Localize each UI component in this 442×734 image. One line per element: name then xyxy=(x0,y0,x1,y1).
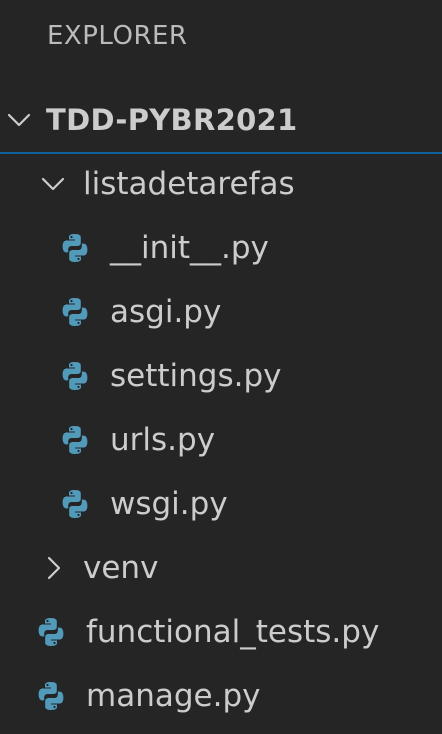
explorer-panel: EXPLORER TDD-PYBR2021 listadetarefas __i… xyxy=(0,0,442,734)
chevron-right-icon[interactable] xyxy=(38,553,68,583)
python-icon xyxy=(58,231,92,265)
file-label: urls.py xyxy=(110,422,216,458)
file-label: settings.py xyxy=(110,358,282,394)
tree-folder-listadetarefas[interactable]: listadetarefas xyxy=(0,152,442,216)
root-folder-label: TDD-PYBR2021 xyxy=(46,103,298,137)
python-icon xyxy=(58,359,92,393)
file-label: wsgi.py xyxy=(110,486,228,522)
tree-folder-venv[interactable]: venv xyxy=(0,536,442,600)
file-label: manage.py xyxy=(86,678,261,714)
tree-file-functional-tests[interactable]: functional_tests.py xyxy=(0,600,442,664)
tree-file-settings[interactable]: settings.py xyxy=(0,344,442,408)
folder-label: venv xyxy=(83,550,159,586)
python-icon xyxy=(34,615,68,649)
folder-label: listadetarefas xyxy=(83,166,295,202)
file-label: __init__.py xyxy=(110,230,269,266)
tree-file-init[interactable]: __init__.py xyxy=(0,216,442,280)
python-icon xyxy=(34,679,68,713)
tree-file-manage[interactable]: manage.py xyxy=(0,664,442,728)
file-label: functional_tests.py xyxy=(86,614,380,650)
explorer-title: EXPLORER xyxy=(47,21,188,51)
tree-file-wsgi[interactable]: wsgi.py xyxy=(0,472,442,536)
tree-root-folder[interactable]: TDD-PYBR2021 xyxy=(0,88,442,152)
chevron-down-icon[interactable] xyxy=(4,105,34,135)
file-label: asgi.py xyxy=(110,294,222,330)
tree-file-urls[interactable]: urls.py xyxy=(0,408,442,472)
chevron-down-icon[interactable] xyxy=(38,169,68,199)
tree-file-asgi[interactable]: asgi.py xyxy=(0,280,442,344)
python-icon xyxy=(58,423,92,457)
python-icon xyxy=(58,295,92,329)
python-icon xyxy=(58,487,92,521)
